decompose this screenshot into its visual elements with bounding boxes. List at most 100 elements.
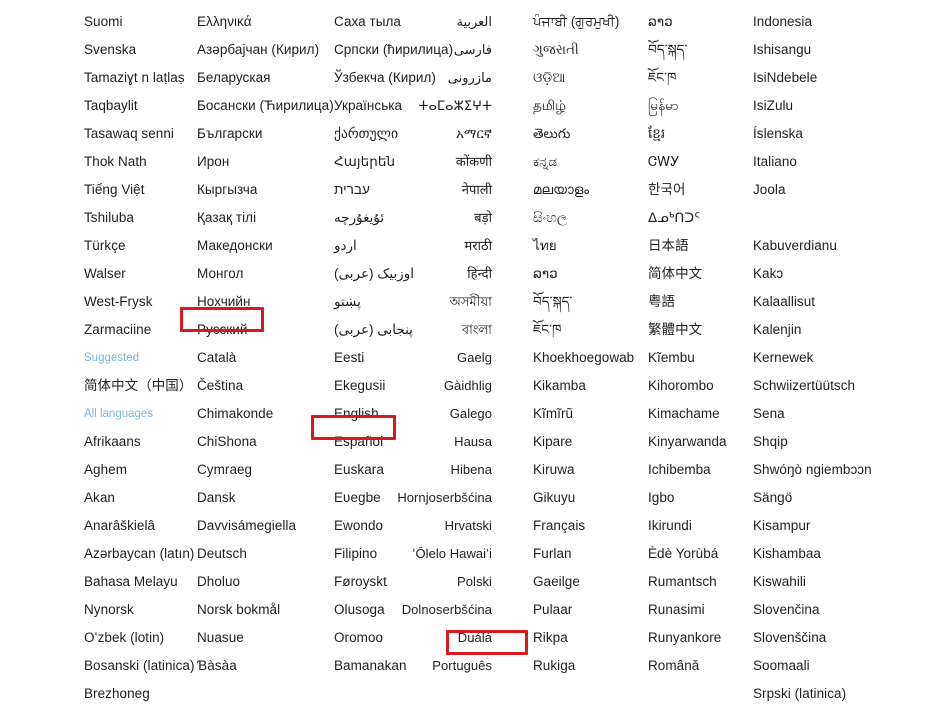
language-option[interactable]: Sängö <box>753 484 928 512</box>
language-option[interactable]: ಕನ್ನಡ <box>533 148 651 176</box>
language-option[interactable]: Türkçe <box>84 232 204 260</box>
language-option[interactable]: Kiruwa <box>533 456 651 484</box>
language-option[interactable]: Davvisámegiella <box>197 512 342 540</box>
language-option[interactable]: Hausa <box>386 428 492 456</box>
language-option[interactable]: Русский <box>197 316 342 344</box>
language-option[interactable]: Taqbaylit <box>84 92 204 120</box>
language-option[interactable]: ગુજરાતી <box>533 36 651 64</box>
language-option[interactable]: Íslenska <box>753 120 928 148</box>
language-option[interactable]: Ελληνικά <box>197 8 342 36</box>
language-option[interactable]: العربية <box>386 8 492 36</box>
language-option[interactable]: ਪੰਜਾਬੀ (ਗੁਰਮੁਖੀ) <box>533 8 651 36</box>
language-option[interactable]: Anarâškielâ <box>84 512 204 540</box>
language-option[interactable]: Tasawaq senni <box>84 120 204 148</box>
language-option[interactable]: Afrikaans <box>84 428 204 456</box>
language-option[interactable]: Soomaali <box>753 652 928 680</box>
language-option[interactable]: हिन्दी <box>386 260 492 288</box>
language-option[interactable]: Bahasa Melayu <box>84 568 204 596</box>
language-option[interactable]: Srpski (latinica) <box>753 680 928 708</box>
language-option[interactable]: مازرونی <box>386 64 492 92</box>
language-option[interactable]: Dansk <box>197 484 342 512</box>
language-option[interactable]: Chimakonde <box>197 400 342 428</box>
language-option[interactable]: Hrvatski <box>386 512 492 540</box>
language-option[interactable]: فارسی <box>386 36 492 64</box>
language-option[interactable]: Ирон <box>197 148 342 176</box>
language-option[interactable]: Dholuo <box>197 568 342 596</box>
language-option[interactable]: Pulaar <box>533 596 651 624</box>
language-option[interactable]: Gaeilge <box>533 568 651 596</box>
language-option[interactable]: Bosanski (latinica) <box>84 652 204 680</box>
language-option[interactable]: 日本語 <box>648 232 748 260</box>
language-option[interactable]: Кыргызча <box>197 176 342 204</box>
language-option[interactable]: Kishambaa <box>753 540 928 568</box>
language-option[interactable]: Kakɔ <box>753 260 928 288</box>
language-option[interactable]: Gaelg <box>386 344 492 372</box>
language-option[interactable]: Slovenčina <box>753 596 928 624</box>
language-option[interactable]: ཇོང་ཁ <box>648 64 748 92</box>
language-option[interactable]: Tamaziɣt n laṭlaṣ <box>84 64 204 92</box>
language-option[interactable]: Kernewek <box>753 344 928 372</box>
language-option[interactable]: ᐃᓄᒃᑎᑐᑦ <box>648 204 748 232</box>
language-option[interactable]: Kisampur <box>753 512 928 540</box>
language-option[interactable]: Монгол <box>197 260 342 288</box>
language-option[interactable]: Nynorsk <box>84 596 204 624</box>
language-option[interactable]: བོད་སྐད་ <box>648 36 748 64</box>
language-option[interactable]: Rumantsch <box>648 568 748 596</box>
language-option[interactable]: Schwiizertüütsch <box>753 372 928 400</box>
language-option[interactable]: कोंकणी <box>386 148 492 176</box>
language-option[interactable]: Kĩembu <box>648 344 748 372</box>
language-option[interactable]: Kalenjin <box>753 316 928 344</box>
language-option[interactable]: Galego <box>386 400 492 428</box>
language-option[interactable]: Беларуская <box>197 64 342 92</box>
language-option[interactable]: Català <box>197 344 342 372</box>
language-option[interactable]: Akan <box>84 484 204 512</box>
language-option[interactable]: Kĩmĩrũ <box>533 400 651 428</box>
language-option[interactable]: Indonesia <box>753 8 928 36</box>
language-option[interactable]: Aghem <box>84 456 204 484</box>
language-option[interactable]: ខ្មែរ <box>648 120 748 148</box>
language-option[interactable]: Hornjoserbšćina <box>386 484 492 512</box>
language-option[interactable]: Nuasue <box>197 624 342 652</box>
language-option[interactable]: Walser <box>84 260 204 288</box>
language-option[interactable]: ⵜⴰⵎⴰⵣⵉⵖⵜ <box>386 92 492 120</box>
language-option[interactable]: Gàidhlig <box>386 372 492 400</box>
language-option[interactable]: Deutsch <box>197 540 342 568</box>
language-option[interactable]: बड़ो <box>386 204 492 232</box>
language-option[interactable]: Français <box>533 512 651 540</box>
language-option[interactable]: Shqip <box>753 428 928 456</box>
language-option[interactable]: 繁體中文 <box>648 316 748 344</box>
language-option[interactable]: Italiano <box>753 148 928 176</box>
language-option[interactable]: অসমীয়া <box>386 288 492 316</box>
language-option[interactable]: Македонски <box>197 232 342 260</box>
language-option[interactable]: ไทย <box>533 232 651 260</box>
language-option[interactable]: Kabuverdianu <box>753 232 928 260</box>
language-option[interactable]: West-Frysk <box>84 288 204 316</box>
language-option[interactable]: Kinyarwanda <box>648 428 748 456</box>
language-option[interactable]: Runyankore <box>648 624 748 652</box>
language-option[interactable]: Português <box>386 652 492 680</box>
language-option[interactable]: 简体中文（中国） <box>84 372 204 400</box>
language-option[interactable]: Kikamba <box>533 372 651 400</box>
language-option[interactable]: Thok Nath <box>84 148 204 176</box>
language-option[interactable]: Polski <box>386 568 492 596</box>
language-option[interactable]: मराठी <box>386 232 492 260</box>
language-option[interactable]: Shwóŋò ngiembɔɔn <box>753 456 928 484</box>
language-option[interactable]: Svenska <box>84 36 204 64</box>
language-option[interactable]: Norsk bokmål <box>197 596 342 624</box>
language-option[interactable]: Tshiluba <box>84 204 204 232</box>
language-option[interactable]: Cymraeg <box>197 456 342 484</box>
language-option[interactable]: Dolnoserbšćina <box>386 596 492 624</box>
language-option[interactable]: ʻŌlelo Hawaiʻi <box>386 540 492 568</box>
language-option[interactable]: བོད་སྐད་ <box>533 288 651 316</box>
language-option[interactable]: Khoekhoegowab <box>533 344 651 372</box>
language-option[interactable]: Zarmaciine <box>84 316 204 344</box>
language-option[interactable]: Босански (Ћирилица) <box>197 92 342 120</box>
language-option[interactable]: ChiShona <box>197 428 342 456</box>
language-option[interactable]: Kalaallisut <box>753 288 928 316</box>
language-option[interactable]: Brezhoneg <box>84 680 204 708</box>
language-option[interactable]: Runasimi <box>648 596 748 624</box>
language-option[interactable]: Қазақ тілі <box>197 204 342 232</box>
language-option[interactable]: မြန်မာ <box>648 92 748 120</box>
language-option[interactable]: ᏣᎳᎩ <box>648 148 748 176</box>
language-option[interactable]: አማርኛ <box>386 120 492 148</box>
